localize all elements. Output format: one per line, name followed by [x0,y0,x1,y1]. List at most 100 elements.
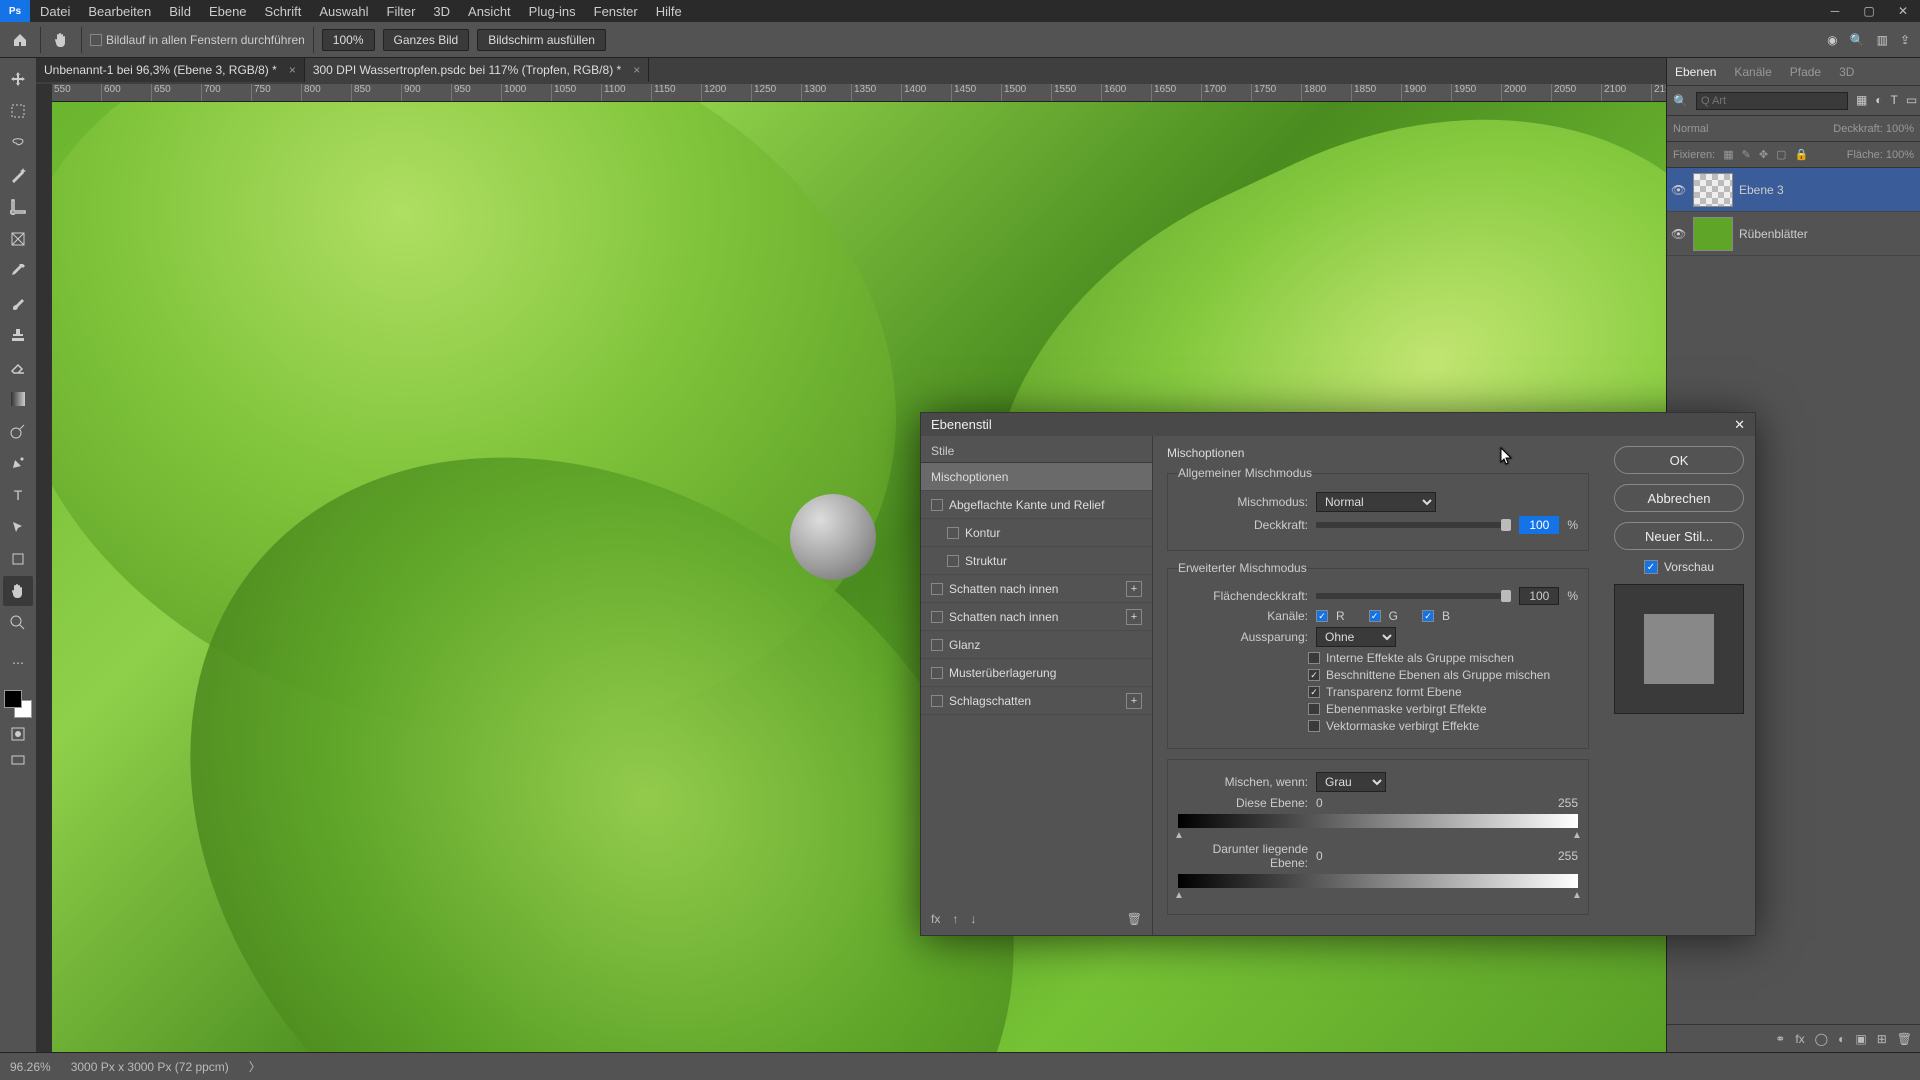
move-tool[interactable] [3,64,33,94]
eraser-tool[interactable] [3,352,33,382]
gradient-tool[interactable] [3,384,33,414]
new-layer-icon[interactable]: ⊞ [1877,1032,1887,1046]
layer-row[interactable]: 👁 Ebene 3 [1667,168,1920,212]
lock-move-icon[interactable]: ✥ [1759,148,1768,161]
maximize-button[interactable]: ▢ [1852,0,1886,22]
menu-schrift[interactable]: Schrift [265,4,302,19]
add-effect-icon[interactable]: + [1126,581,1142,597]
lasso-tool[interactable] [3,128,33,158]
blend-mode-select[interactable]: Normal [1316,492,1436,512]
color-swatch[interactable] [4,690,32,718]
adjustment-icon[interactable]: ◐ [1838,1032,1845,1046]
document-tab[interactable]: Unbenannt-1 bei 96,3% (Ebene 3, RGB/8) *… [36,58,305,82]
share-icon[interactable]: ⇪ [1900,33,1910,47]
dialog-titlebar[interactable]: Ebenenstil ✕ [921,413,1755,436]
move-up-icon[interactable]: ↑ [952,912,958,926]
knockout-select[interactable]: Ohne [1316,627,1396,647]
visibility-icon[interactable]: 👁 [1671,227,1687,241]
layer-filter-input[interactable] [1696,92,1848,110]
style-item[interactable]: Musterüberlagerung [921,659,1152,687]
tab-paths[interactable]: Pfade [1790,65,1821,79]
close-tab-icon[interactable]: × [633,63,640,77]
menu-auswahl[interactable]: Auswahl [319,4,368,19]
menu-fenster[interactable]: Fenster [594,4,638,19]
this-layer-slider[interactable]: ▲▲ [1178,814,1578,828]
fill-opacity-slider[interactable] [1316,593,1511,599]
filter-pixel-icon[interactable]: ▦ [1856,93,1867,109]
style-checkbox[interactable] [931,611,943,623]
opacity-slider[interactable] [1316,522,1511,528]
stamp-tool[interactable] [3,320,33,350]
layer-name[interactable]: Ebene 3 [1739,183,1784,197]
shape-tool[interactable] [3,544,33,574]
style-item[interactable]: Struktur [921,547,1152,575]
delete-style-icon[interactable]: 🗑 [1127,912,1142,926]
lock-position-icon[interactable]: ✎ [1742,148,1751,161]
menu-plug-ins[interactable]: Plug-ins [529,4,576,19]
hand-tool[interactable] [3,576,33,606]
visibility-icon[interactable]: 👁 [1671,183,1687,197]
workspace-icon[interactable]: ▥ [1877,33,1888,47]
layer-thumbnail[interactable] [1693,217,1733,251]
screenmode-toggle[interactable] [6,750,30,770]
tab-3d[interactable]: 3D [1839,65,1854,79]
menu-filter[interactable]: Filter [387,4,416,19]
dodge-tool[interactable] [3,416,33,446]
frame-tool[interactable] [3,224,33,254]
style-item[interactable]: Abgeflachte Kante und Relief [921,491,1152,519]
menu-bearbeiten[interactable]: Bearbeiten [88,4,151,19]
style-checkbox[interactable] [931,583,943,595]
menu-3d[interactable]: 3D [433,4,450,19]
blendif-select[interactable]: Grau [1316,772,1386,792]
style-checkbox[interactable] [931,499,943,511]
blend-mode-select[interactable]: Normal [1673,123,1708,135]
chk-internal-fx[interactable] [1308,652,1320,664]
brush-tool[interactable] [3,288,33,318]
style-item[interactable]: Mischoptionen [921,463,1152,491]
layer-name[interactable]: Rübenblätter [1739,227,1808,241]
fx-menu-icon[interactable]: fx [931,912,940,926]
preview-checkbox[interactable]: ✓ [1644,560,1658,574]
path-select-tool[interactable] [3,512,33,542]
chk-vectormask[interactable] [1308,720,1320,732]
menu-datei[interactable]: Datei [40,4,70,19]
opacity-value[interactable]: 100 [1519,516,1559,534]
lock-all-icon[interactable]: 🔒 [1794,148,1808,161]
quickmask-toggle[interactable] [6,724,30,744]
style-checkbox[interactable] [931,639,943,651]
mask-icon[interactable]: ◯ [1815,1032,1828,1046]
doc-info[interactable]: 3000 Px x 3000 Px (72 ppcm) [71,1060,229,1074]
style-checkbox[interactable] [931,695,943,707]
ok-button[interactable]: OK [1614,446,1744,474]
channel-g-checkbox[interactable]: ✓ [1369,610,1381,622]
fill-screen-button[interactable]: Bildschirm ausfüllen [477,29,606,51]
add-effect-icon[interactable]: + [1126,693,1142,709]
eyedropper-tool[interactable] [3,256,33,286]
pen-tool[interactable] [3,448,33,478]
style-item[interactable]: Kontur [921,519,1152,547]
home-button[interactable] [8,28,32,52]
fill-opacity-value[interactable]: 100 [1519,587,1559,605]
link-layers-icon[interactable]: ⚭ [1775,1032,1785,1046]
style-item[interactable]: Schatten nach innen+ [921,603,1152,631]
zoom-tool[interactable] [3,608,33,638]
filter-shape-icon[interactable]: ▭ [1906,93,1917,109]
style-item[interactable]: Glanz [921,631,1152,659]
tab-channels[interactable]: Kanäle [1734,65,1771,79]
under-layer-slider[interactable]: ▲▲ [1178,874,1578,888]
move-down-icon[interactable]: ↓ [970,912,976,926]
trash-icon[interactable]: 🗑 [1897,1032,1912,1046]
crop-tool[interactable] [3,192,33,222]
scroll-all-checkbox[interactable]: Bildlauf in allen Fenstern durchführen [90,33,305,47]
layer-thumbnail[interactable] [1693,173,1733,207]
fit-screen-button[interactable]: Ganzes Bild [383,29,470,51]
close-tab-icon[interactable]: × [289,63,296,77]
new-style-button[interactable]: Neuer Stil... [1614,522,1744,550]
lock-artboard-icon[interactable]: ▢ [1776,148,1786,161]
document-tab[interactable]: 300 DPI Wassertropfen.psdc bei 117% (Tro… [305,58,649,82]
wand-tool[interactable] [3,160,33,190]
filter-type-icon[interactable]: T [1891,93,1898,109]
style-item[interactable]: Schatten nach innen+ [921,575,1152,603]
cancel-button[interactable]: Abbrechen [1614,484,1744,512]
style-checkbox[interactable] [931,667,943,679]
